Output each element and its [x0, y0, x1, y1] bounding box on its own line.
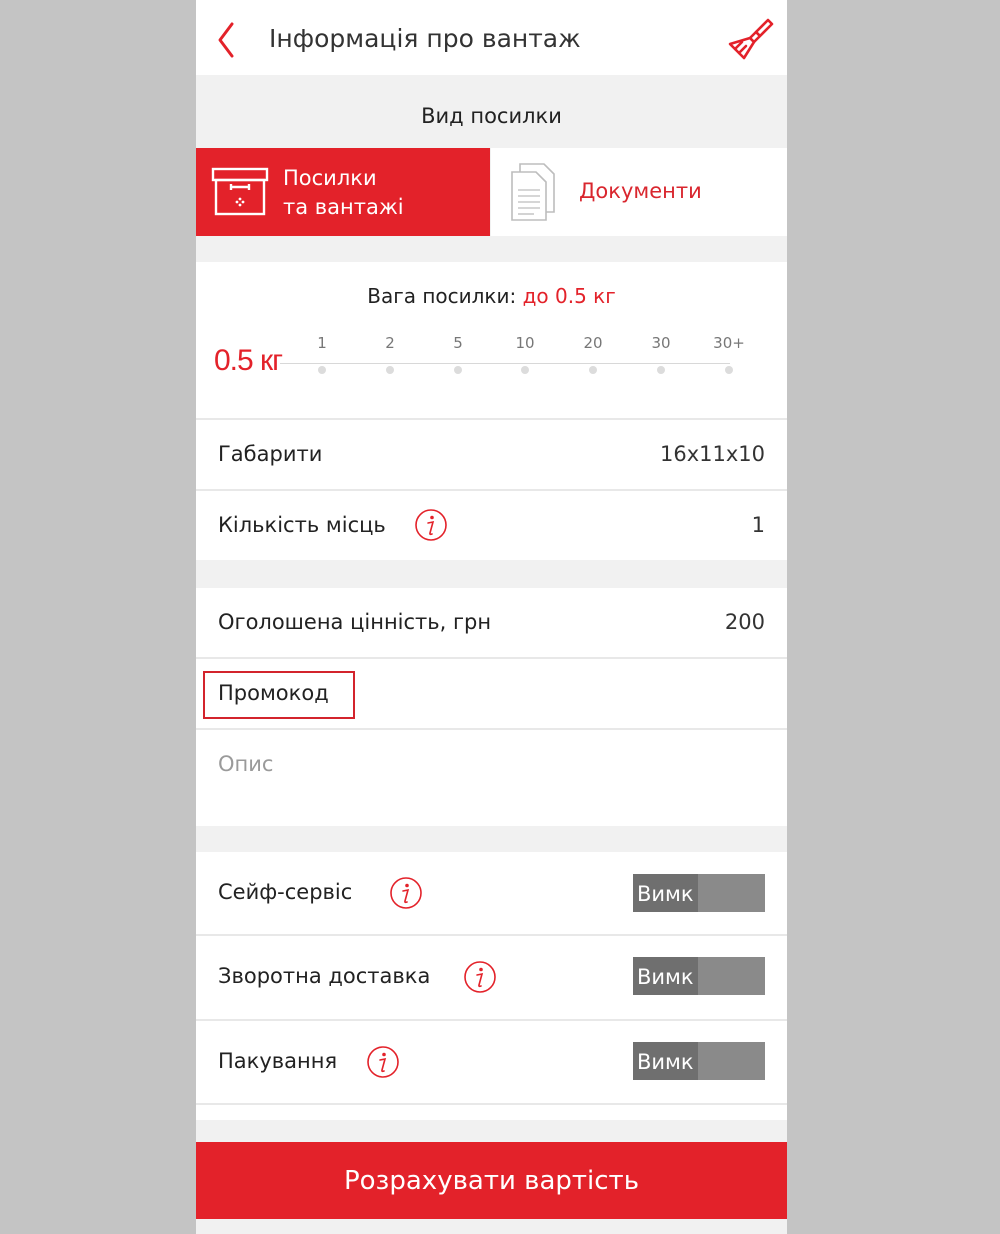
promo-code-label: Промокод — [218, 681, 329, 705]
info-icon[interactable] — [463, 960, 497, 994]
weight-option-label: 30+ — [713, 334, 745, 352]
calculate-cost-button[interactable]: Розрахувати вартість — [196, 1142, 787, 1219]
weight-option-label: 2 — [385, 334, 395, 352]
info-icon[interactable] — [366, 1045, 400, 1079]
description-placeholder: Опис — [218, 752, 274, 776]
places-value: 1 — [751, 513, 765, 537]
weight-option[interactable]: 10 — [495, 334, 555, 374]
page-title: Інформація про вантаж — [269, 24, 581, 53]
packaging-row: Пакування Вимк — [196, 1021, 787, 1103]
weight-option-dot — [725, 366, 733, 374]
weight-title: Вага посилки: до 0.5 кг — [196, 284, 787, 308]
tab-documents[interactable]: Документи — [491, 148, 787, 236]
chevron-left-icon — [218, 22, 234, 58]
weight-current-value: 0.5 кг — [214, 344, 283, 377]
tab-parcels-label-line2: та вантажі — [283, 195, 404, 219]
weight-option-label: 20 — [583, 334, 603, 352]
weight-option[interactable]: 2 — [360, 334, 420, 374]
safe-service-toggle[interactable]: Вимк — [633, 874, 765, 912]
app-screen: Інформація про вантаж Вид посилки Посилк… — [196, 0, 787, 1234]
weight-option[interactable]: 1 — [292, 334, 352, 374]
weight-selector: Вага посилки: до 0.5 кг 0.5 кг 1 2 5 10 … — [196, 262, 787, 418]
clear-form-button[interactable] — [724, 14, 776, 66]
weight-option-dot — [657, 366, 665, 374]
weight-option-dot — [318, 366, 326, 374]
weight-option-label: 10 — [515, 334, 535, 352]
description-field[interactable]: Опис — [196, 730, 787, 826]
return-delivery-label: Зворотна доставка — [218, 964, 431, 988]
places-label: Кількість місць — [218, 513, 386, 537]
declared-value-label: Оголошена цінність, грн — [218, 610, 492, 634]
return-delivery-row: Зворотна доставка Вимк — [196, 936, 787, 1019]
weight-option-label: 1 — [317, 334, 327, 352]
safe-service-row: Сейф-сервіс Вимк — [196, 852, 787, 934]
weight-title-prefix: Вага посилки: — [367, 284, 523, 308]
safe-service-label: Сейф-сервіс — [218, 880, 353, 904]
dimensions-label: Габарити — [218, 442, 323, 466]
tab-parcels-and-cargo[interactable]: Посилки та вантажі — [196, 148, 490, 236]
parcel-type-title: Вид посилки — [421, 104, 562, 128]
weight-option[interactable]: 20 — [563, 334, 623, 374]
places-row[interactable]: Кількість місць 1 — [196, 491, 787, 560]
weight-option-label: 30 — [651, 334, 671, 352]
info-icon[interactable] — [414, 508, 448, 542]
declared-value-value: 200 — [724, 610, 765, 634]
weight-option-dot — [589, 366, 597, 374]
weight-title-value: до 0.5 кг — [522, 284, 616, 308]
back-button[interactable] — [202, 14, 250, 62]
tab-parcels-label: Посилки та вантажі — [283, 164, 404, 222]
toggle-state-label: Вимк — [633, 1042, 698, 1080]
packaging-label: Пакування — [218, 1049, 338, 1073]
declared-value-row[interactable]: Оголошена цінність, грн 200 — [196, 588, 787, 657]
tab-documents-label: Документи — [579, 179, 702, 203]
promo-code-row[interactable]: Промокод — [196, 659, 787, 728]
box-icon — [211, 167, 269, 216]
weight-option[interactable]: 30 — [631, 334, 691, 374]
list-footer — [196, 1105, 787, 1120]
brush-icon — [728, 18, 774, 60]
dimensions-row[interactable]: Габарити 16x11x10 — [196, 420, 787, 489]
packaging-toggle[interactable]: Вимк — [633, 1042, 765, 1080]
weight-option[interactable]: 5 — [428, 334, 488, 374]
toggle-state-label: Вимк — [633, 957, 698, 995]
weight-option[interactable]: 30+ — [699, 334, 759, 374]
return-delivery-toggle[interactable]: Вимк — [633, 957, 765, 995]
weight-option-dot — [454, 366, 462, 374]
weight-option-dot — [521, 366, 529, 374]
dimensions-value: 16x11x10 — [659, 442, 765, 466]
weight-option-dot — [386, 366, 394, 374]
weight-option-label: 5 — [453, 334, 463, 352]
document-icon — [511, 163, 555, 221]
top-bar: Інформація про вантаж — [196, 0, 787, 75]
info-icon[interactable] — [389, 876, 423, 910]
toggle-state-label: Вимк — [633, 874, 698, 912]
tab-parcels-label-line1: Посилки — [283, 166, 377, 190]
